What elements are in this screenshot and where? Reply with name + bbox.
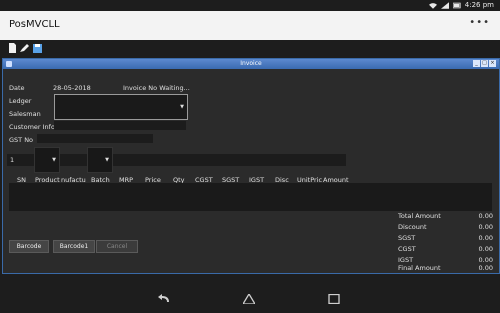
cancel-button[interactable]: Cancel xyxy=(96,240,138,253)
summary-label: Final Amount xyxy=(398,264,441,272)
ledger-dropdown[interactable]: ▼ xyxy=(54,94,188,120)
date-value[interactable]: 28-05-2018 xyxy=(53,84,91,92)
summary-label: IGST xyxy=(398,256,414,264)
summary-value: 0.00 xyxy=(478,212,493,220)
product-dropdown[interactable]: ▼ xyxy=(34,147,60,173)
status-bar: 4:26 pm xyxy=(0,0,500,11)
app-bar: PosMVCLL ••• xyxy=(0,11,500,41)
signal-icon xyxy=(440,1,449,9)
toolbar xyxy=(0,40,500,57)
chevron-down-icon: ▼ xyxy=(180,104,184,110)
quantity-value[interactable]: 1 xyxy=(10,156,14,164)
summary-label: Total Amount xyxy=(398,212,441,220)
summary-value: 0.00 xyxy=(478,223,493,231)
navigation-bar xyxy=(0,285,500,313)
minimize-button[interactable]: _ xyxy=(473,60,480,67)
barcode1-button[interactable]: Barcode1 xyxy=(53,240,95,253)
edit-icon[interactable] xyxy=(20,43,29,53)
summary-value: 0.00 xyxy=(478,256,493,264)
summary-label: SGST xyxy=(398,234,416,242)
clock: 4:26 pm xyxy=(464,1,494,9)
date-label: Date xyxy=(9,84,25,92)
new-document-icon[interactable] xyxy=(8,43,17,53)
window-titlebar: Invoice _ □ × xyxy=(3,59,499,69)
summary-value: 0.00 xyxy=(478,264,493,272)
close-button[interactable]: × xyxy=(489,60,496,67)
batch-dropdown[interactable]: ▼ xyxy=(87,147,113,173)
save-icon[interactable] xyxy=(33,43,42,53)
invoice-window: Invoice _ □ × Date 28-05-2018 Invoice No… xyxy=(2,58,500,274)
chevron-down-icon: ▼ xyxy=(52,157,56,163)
customer-info-field[interactable] xyxy=(54,121,186,130)
summary-value: 0.00 xyxy=(478,245,493,253)
wifi-icon xyxy=(428,2,437,9)
invoice-items-grid[interactable] xyxy=(9,183,492,211)
summary-value: 0.00 xyxy=(478,234,493,242)
invoice-number-status: Invoice No Waiting... xyxy=(123,84,190,92)
gst-number-label: GST No xyxy=(9,136,34,144)
window-title: Invoice xyxy=(240,60,262,67)
recent-apps-icon[interactable] xyxy=(328,294,340,304)
chevron-down-icon: ▼ xyxy=(105,157,109,163)
summary-label: CGST xyxy=(398,245,416,253)
summary-label: Discount xyxy=(398,223,427,231)
maximize-button[interactable]: □ xyxy=(481,60,488,67)
gst-number-field[interactable] xyxy=(37,134,153,143)
back-icon[interactable] xyxy=(158,294,170,304)
app-title: PosMVCLL xyxy=(9,19,60,30)
barcode-button[interactable]: Barcode xyxy=(9,240,49,253)
battery-icon xyxy=(452,2,461,8)
home-icon[interactable] xyxy=(243,294,255,304)
ledger-label: Ledger xyxy=(9,97,32,105)
customer-info-label: Customer Info xyxy=(9,123,55,131)
salesman-label: Salesman xyxy=(9,110,41,118)
overflow-menu-button[interactable]: ••• xyxy=(469,17,490,28)
